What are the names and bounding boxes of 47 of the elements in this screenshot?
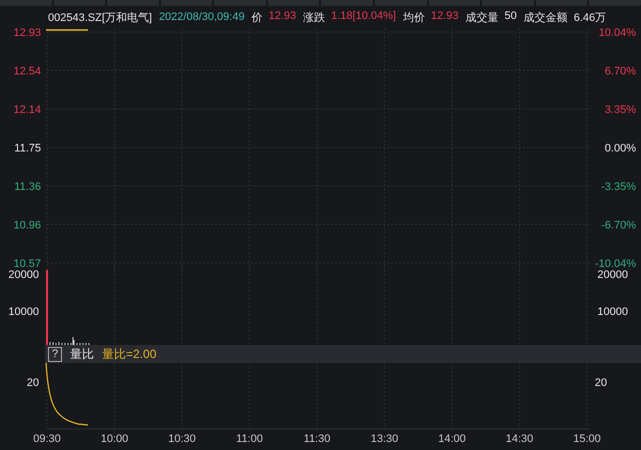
time-axis-label: 11:00 <box>236 433 263 445</box>
field-value: 50 <box>504 10 517 24</box>
time-axis-label: 15:00 <box>573 433 601 445</box>
price-axis-label: 11.75 <box>14 142 41 154</box>
stock-code: 002543.SZ[万和电气] <box>48 10 152 24</box>
percent-axis-label: 0.00% <box>604 142 636 154</box>
help-button[interactable]: ? <box>48 346 62 362</box>
time-axis-label: 14:00 <box>438 433 466 445</box>
percent-axis-label: 3.35% <box>604 104 636 116</box>
price-axis-label: 11.36 <box>14 181 41 193</box>
field-label: 涨跌 <box>303 10 326 24</box>
field-label: 成交量 <box>465 10 498 24</box>
percent-axis-label: -10.04% <box>595 258 636 270</box>
percent-axis-label: -3.35% <box>601 181 636 193</box>
percent-axis-label: 10.04% <box>598 28 636 39</box>
field-label: 价 <box>252 10 263 24</box>
time-axis-label: 10:30 <box>168 433 196 445</box>
indicator-name: 量比 <box>70 346 94 362</box>
time-axis-label: 11:30 <box>304 433 330 445</box>
volume-bars-drawing <box>50 336 90 345</box>
time-axis-label: 13:30 <box>370 433 398 445</box>
percent-axis-label: -6.70% <box>601 220 636 232</box>
ratio-axis-label: 20 <box>594 377 607 389</box>
time-axis-label: 14:30 <box>506 433 534 445</box>
field-label: 成交金额 <box>524 10 568 24</box>
price-axis-label: 12.93 <box>13 28 41 39</box>
price-axis-label: 10.57 <box>13 258 41 270</box>
price-line <box>46 29 88 31</box>
indicator-reading: 量比=2.00 <box>102 346 156 362</box>
volume-axis-label: 20000 <box>597 270 628 281</box>
volume-axis-label: 10000 <box>597 306 628 318</box>
volume-axis-label: 10000 <box>8 306 39 318</box>
price-axis-label: 12.14 <box>13 104 41 116</box>
volume-axis-label: 20000 <box>8 270 39 281</box>
percent-axis-label: 6.70% <box>604 66 636 78</box>
time-axis-label: 10:00 <box>100 433 128 445</box>
field-value: 12.93 <box>268 10 296 24</box>
field-value: 6.46万 <box>574 10 606 24</box>
field-value: 1.18[10.04%] <box>331 10 396 24</box>
date-time: 2022/08/30,09:49 <box>158 11 245 23</box>
price-axis-label: 10.96 <box>13 220 41 232</box>
field-value: 12.93 <box>430 10 458 24</box>
ratio-axis-label: 20 <box>26 377 39 389</box>
time-axis-label: 09:30 <box>33 433 61 445</box>
ratio-curve <box>45 363 88 426</box>
price-axis-label: 12.54 <box>13 66 41 78</box>
field-label: 均价 <box>402 10 425 24</box>
